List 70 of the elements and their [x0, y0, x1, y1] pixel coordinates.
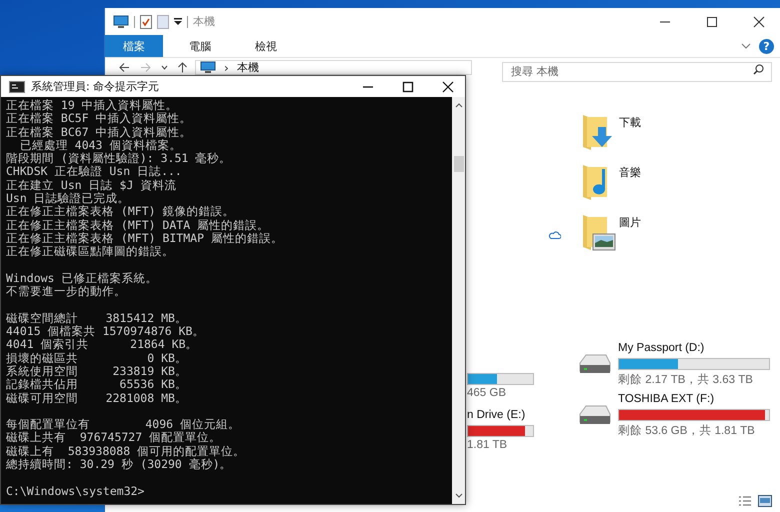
properties-icon[interactable]: [140, 14, 152, 29]
console-line: CHKDSK 正在驗證 Usn 日誌...: [6, 165, 183, 179]
scroll-up-icon[interactable]: [454, 103, 462, 108]
details-view-icon[interactable]: [738, 495, 752, 507]
console-line: 正在檔案 BC67 中插入資料屬性。: [6, 126, 193, 139]
console-line: 正在修正主檔案表格 (MFT) BITMAP 屬性的錯誤。: [6, 232, 284, 246]
console-icon: [9, 80, 25, 92]
usage-bar: [467, 373, 534, 385]
window-title: 本機: [193, 14, 215, 29]
console-line: 損壞的磁區共 0 KB。: [6, 352, 188, 365]
pictures-folder-icon: [581, 213, 617, 251]
up-arrow-icon[interactable]: [178, 62, 187, 73]
folder-item[interactable]: 下載: [581, 113, 671, 151]
console-line: 磁碟空間總計 3815412 MB。: [6, 312, 188, 325]
drive-size: 剩餘 2.17 TB，共 3.63 TB: [618, 372, 754, 387]
chevron-icon[interactable]: [741, 43, 751, 49]
console-line: 正在檔案 19 中插入資料屬性。: [6, 99, 179, 112]
large-icons-view-icon[interactable]: [758, 495, 772, 507]
drive-name: TOSHIBA EXT (F:): [618, 393, 716, 407]
console-line: 正在檔案 BC5F 中插入資料屬性。: [6, 112, 193, 126]
console-line: 44015 個檔案共 1570974876 KB。: [6, 325, 206, 338]
folder-item[interactable]: 音樂: [581, 163, 671, 201]
chevron-icon[interactable]: [161, 65, 168, 70]
console-line: 每個配置單位有 4096 個位元組。: [6, 418, 242, 432]
console-line: 正在修正磁碟區點陣圖的錯誤。: [6, 245, 175, 259]
close-icon[interactable]: [442, 80, 454, 92]
drive-size: 剩餘 53.6 GB，共 1.81 TB: [618, 424, 756, 438]
maximize-icon[interactable]: [706, 16, 718, 28]
ribbon-tab[interactable]: 檢視: [237, 35, 295, 57]
console-line: 系統使用空間 233819 KB。: [6, 364, 188, 378]
close-icon[interactable]: [753, 16, 765, 28]
console-line: 階段期間 (資料屬性驗證): 3.51 毫秒。: [6, 152, 232, 166]
window-title: 系統管理員: 命令提示字元: [31, 79, 160, 94]
console-line: 正在修正主檔案表格 (MFT) 鏡像的錯誤。: [6, 205, 236, 219]
console-line: 不需要進一步的動作。: [6, 285, 127, 298]
address-bar[interactable]: › 本機: [195, 60, 472, 75]
console-line: C:\Windows\system32>: [6, 484, 146, 498]
console-line: 磁碟可用空間 2281008 MB。: [6, 392, 188, 405]
drive-name: My Passport (D:): [618, 342, 706, 356]
console-line: 記錄檔共佔用 65536 KB。: [6, 378, 188, 392]
ribbon-tab[interactable]: 檔案: [105, 35, 163, 57]
console-line: 4041 個索引共 21864 KB。: [6, 338, 199, 352]
console-line: 磁碟上有 583938088 個可用的配置單位。: [6, 444, 246, 458]
drive-name: n Drive (E:): [467, 409, 526, 423]
maximize-icon[interactable]: [402, 80, 414, 92]
usage-bar: [467, 425, 534, 437]
help-button[interactable]: ?: [759, 38, 774, 54]
scrollbar[interactable]: [452, 97, 465, 504]
search-field[interactable]: 搜尋 本機: [502, 62, 772, 82]
path-separator[interactable]: ›: [224, 60, 229, 74]
console-line: 正在建立 Usn 日誌 $J 資料流: [6, 178, 178, 192]
console-line: Windows 已修正檔案系統。: [6, 272, 158, 286]
scroll-thumb[interactable]: [454, 156, 464, 172]
drive-size: 465 GB: [467, 387, 507, 399]
drive-size: 1.81 TB: [467, 439, 508, 451]
scroll-down-icon[interactable]: [454, 493, 462, 498]
console-line: 磁碟上共有 976745727 個配置單位。: [6, 431, 222, 445]
console-line: 正在修正主檔案表格 (MFT) DATA 屬性的錯誤。: [6, 218, 270, 232]
folder-item[interactable]: 圖片: [581, 213, 671, 251]
cloud-icon: [549, 231, 561, 239]
computer-icon: [200, 61, 216, 74]
ribbon-tab[interactable]: 電腦: [171, 35, 229, 57]
console-line: 已經處理 4043 個資料檔案。: [18, 138, 182, 152]
computer-icon[interactable]: [113, 14, 129, 28]
back-arrow-icon[interactable]: [119, 63, 130, 72]
dropdown-icon[interactable]: [174, 18, 182, 26]
console-line: Usn 日誌驗證已完成。: [6, 192, 131, 206]
console-line: 總持續時間: 30.29 秒 (30290 毫秒)。: [6, 458, 233, 472]
search-icon: [753, 64, 764, 75]
location-text: 本機: [236, 60, 259, 75]
